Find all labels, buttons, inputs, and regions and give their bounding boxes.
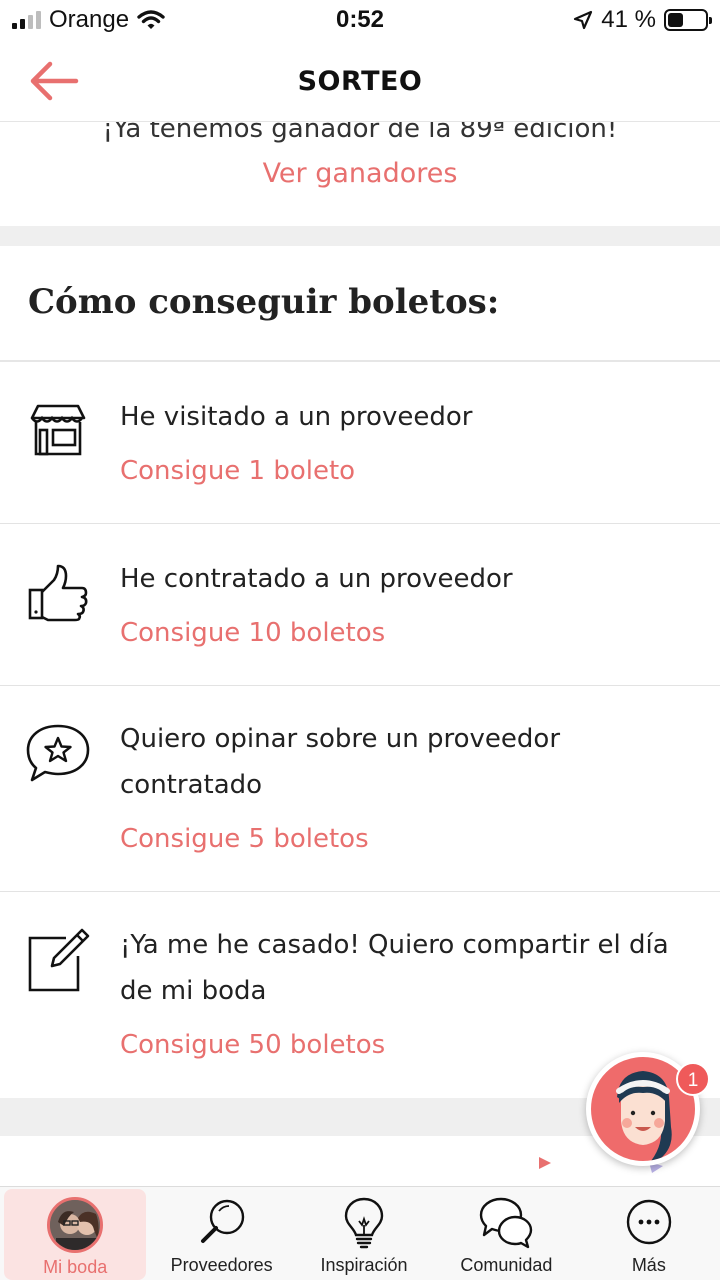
app-header: SORTEO (0, 42, 720, 122)
magnifier-icon (200, 1199, 244, 1243)
list-item[interactable]: He visitado a un proveedor Consigue 1 bo… (0, 362, 720, 524)
chat-bubbles-icon (480, 1197, 533, 1249)
lightbulb-icon (344, 1197, 384, 1249)
status-right: 41 % (573, 6, 712, 34)
item-reward: Consigue 5 boletos (120, 824, 369, 854)
decor-triangle-icon (539, 1157, 551, 1169)
item-reward: Consigue 10 boletos (120, 618, 386, 648)
page-title: SORTEO (297, 66, 423, 97)
nav-item-mas[interactable]: Más (578, 1187, 720, 1280)
section-title: Cómo conseguir boletos: (28, 282, 500, 322)
nav-item-comunidad[interactable]: Comunidad (435, 1187, 577, 1280)
item-title: Quiero opinar sobre un proveedor contrat… (120, 724, 561, 800)
nav-label: Mi boda (43, 1257, 108, 1277)
edit-icon (28, 928, 90, 992)
battery-percent: 41 % (601, 6, 656, 33)
nav-item-mi-boda[interactable]: Mi boda (4, 1189, 147, 1280)
notification-badge: 1 (676, 1062, 710, 1096)
winner-banner: ¡Ya tenemos ganador de la 89ª edición! V… (0, 110, 720, 226)
bottom-nav: Mi boda Proveedores Inspiración Comunida… (0, 1186, 720, 1280)
item-title: He visitado a un proveedor (120, 402, 473, 432)
storefront-icon (30, 404, 86, 456)
status-bar: Orange 0:52 41 % (0, 0, 720, 42)
more-icon (626, 1199, 672, 1245)
item-title: ¡Ya me he casado! Quiero compartir el dí… (120, 930, 669, 1006)
item-title: He contratado a un proveedor (120, 564, 513, 594)
item-reward: Consigue 50 boletos (120, 1030, 386, 1060)
item-reward: Consigue 1 boleto (120, 456, 356, 486)
star-chat-icon (26, 724, 90, 782)
thumbs-up-icon (28, 564, 88, 622)
list-item[interactable]: Quiero opinar sobre un proveedor contrat… (0, 686, 720, 892)
nav-item-inspiracion[interactable]: Inspiración (293, 1187, 435, 1280)
nav-label: Más (631, 1255, 666, 1275)
avatar (47, 1197, 104, 1253)
nav-label: Proveedores (170, 1255, 273, 1275)
nav-label: Inspiración (320, 1255, 408, 1275)
nav-item-proveedores[interactable]: Proveedores (150, 1187, 292, 1280)
battery-icon (664, 9, 712, 31)
view-winners-link[interactable]: Ver ganadores (0, 158, 720, 189)
location-arrow-icon (574, 10, 593, 30)
nav-label: Comunidad (460, 1255, 553, 1275)
ticket-methods-list: He visitado a un proveedor Consigue 1 bo… (0, 360, 720, 1098)
list-item[interactable]: He contratado a un proveedor Consigue 10… (0, 524, 720, 686)
section-divider (0, 226, 720, 246)
